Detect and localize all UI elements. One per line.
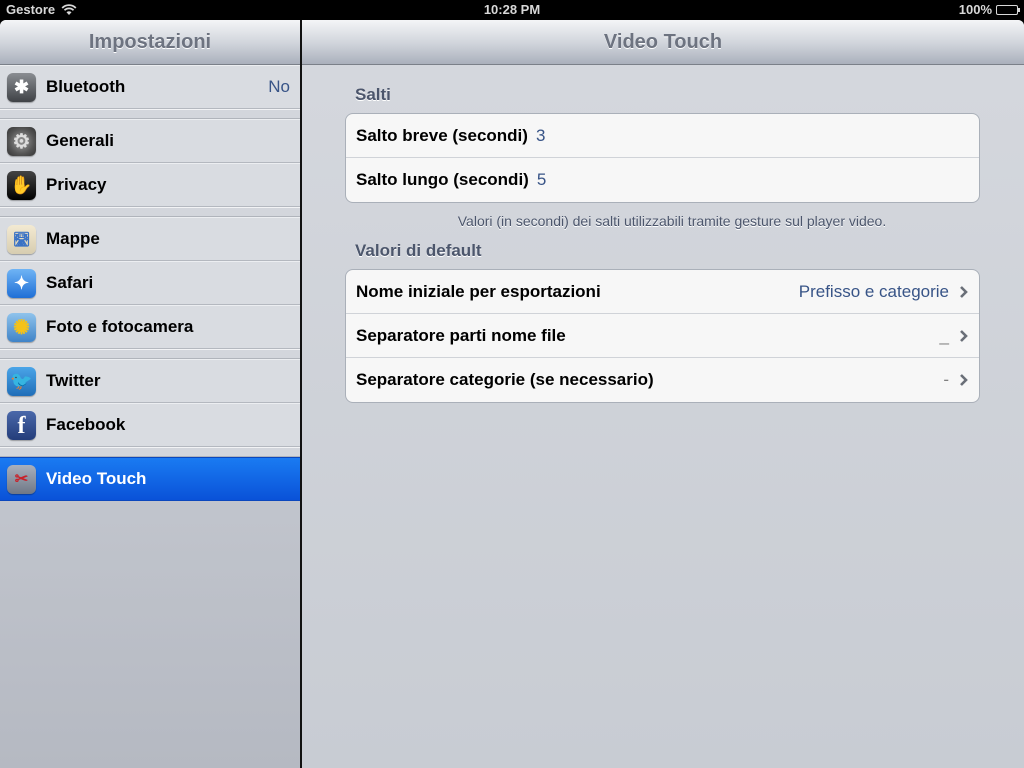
- settings-list: ✱ Bluetooth No ⚙ Generali ✋ Privacy 🛣 Mappe ✦ Safa…: [0, 65, 300, 501]
- sidebar-item-label: Video Touch: [46, 469, 147, 488]
- hand-icon: ✋: [7, 170, 36, 200]
- video-camera-scissors-icon: ✂: [7, 464, 36, 494]
- section-header-salti: Salti: [355, 85, 391, 104]
- salti-footer-note: Valori (in secondi) dei salti utilizzabi…: [457, 213, 887, 229]
- gear-icon: ⚙: [7, 126, 36, 156]
- sunflower-icon: ✺: [7, 312, 36, 342]
- sidebar-item-label: Bluetooth: [46, 77, 126, 96]
- sidebar-item-value: No: [268, 77, 290, 96]
- twitter-bird-icon: 🐦: [7, 366, 36, 396]
- sidebar-item-mappe[interactable]: 🛣 Mappe: [0, 217, 300, 261]
- salto-breve-label: Salto breve (secondi): [356, 125, 528, 145]
- sidebar-item-label: Safari: [46, 273, 94, 292]
- sidebar-item-safari[interactable]: ✦ Safari: [0, 261, 300, 305]
- separatore-parti-row[interactable]: Separatore parti nome file _: [346, 314, 979, 358]
- battery-percent: 100%: [958, 2, 992, 17]
- sidebar-item-label: Mappe: [46, 229, 100, 248]
- bluetooth-icon: ✱: [7, 72, 36, 102]
- section-header-valori-default: Valori di default: [355, 241, 482, 260]
- group-separator: [0, 349, 300, 359]
- salti-group: Salto breve (secondi) 3 Salto lungo (sec…: [345, 113, 980, 203]
- chevron-right-icon: [960, 285, 968, 298]
- maps-icon: 🛣: [7, 224, 36, 254]
- sidebar-item-privacy[interactable]: ✋ Privacy: [0, 163, 300, 207]
- clock: 10:28 PM: [483, 2, 541, 17]
- settings-sidebar: Impostazioni ✱ Bluetooth No ⚙ Generali ✋ Priva…: [0, 20, 300, 768]
- sidebar-item-label: Twitter: [46, 371, 101, 390]
- sidebar-item-video-touch[interactable]: ✂ Video Touch: [0, 457, 300, 501]
- salto-breve-field[interactable]: 3: [536, 126, 545, 146]
- sidebar-item-label: Generali: [46, 131, 115, 150]
- sidebar-item-facebook[interactable]: f Facebook: [0, 403, 300, 447]
- sidebar-item-label: Facebook: [46, 415, 126, 434]
- salto-lungo-row[interactable]: Salto lungo (secondi) 5: [346, 158, 979, 202]
- group-separator: [0, 109, 300, 119]
- valori-default-group: Nome iniziale per esportazioni Prefisso …: [345, 269, 980, 403]
- separatore-categorie-row[interactable]: Separatore categorie (se necessario) -: [346, 358, 979, 402]
- nome-iniziale-label: Nome iniziale per esportazioni: [356, 281, 601, 301]
- nome-iniziale-row[interactable]: Nome iniziale per esportazioni Prefisso …: [346, 270, 979, 314]
- sidebar-item-bluetooth[interactable]: ✱ Bluetooth No: [0, 65, 300, 109]
- group-separator: [0, 207, 300, 217]
- sidebar-item-foto-e-fotocamera[interactable]: ✺ Foto e fotocamera: [0, 305, 300, 349]
- status-bar: Gestore 10:28 PM 100%: [0, 0, 1024, 20]
- sidebar-item-twitter[interactable]: 🐦 Twitter: [0, 359, 300, 403]
- facebook-icon: f: [7, 410, 36, 440]
- separatore-parti-label: Separatore parti nome file: [356, 325, 566, 345]
- sidebar-item-label: Foto e fotocamera: [46, 317, 194, 336]
- sidebar-item-label: Privacy: [46, 175, 107, 194]
- separatore-categorie-value: -: [943, 370, 949, 389]
- detail-pane: Video Touch Salti Salto breve (secondi) …: [302, 20, 1024, 768]
- nome-iniziale-value: Prefisso e categorie: [798, 281, 949, 301]
- group-separator: [0, 447, 300, 457]
- salto-breve-row[interactable]: Salto breve (secondi) 3: [346, 114, 979, 158]
- separatore-categorie-label: Separatore categorie (se necessario): [356, 370, 654, 389]
- salto-lungo-label: Salto lungo (secondi): [356, 170, 529, 189]
- chevron-right-icon: [960, 329, 968, 342]
- battery-indicator: 100%: [958, 2, 1020, 17]
- sidebar-item-generali[interactable]: ⚙ Generali: [0, 119, 300, 163]
- separatore-parti-value: _: [939, 325, 949, 345]
- detail-title: Video Touch: [302, 20, 1024, 65]
- sidebar-title: Impostazioni: [0, 20, 300, 65]
- salto-lungo-field[interactable]: 5: [537, 170, 546, 190]
- chevron-right-icon: [960, 374, 968, 386]
- battery-icon: [996, 4, 1020, 15]
- compass-icon: ✦: [7, 268, 36, 298]
